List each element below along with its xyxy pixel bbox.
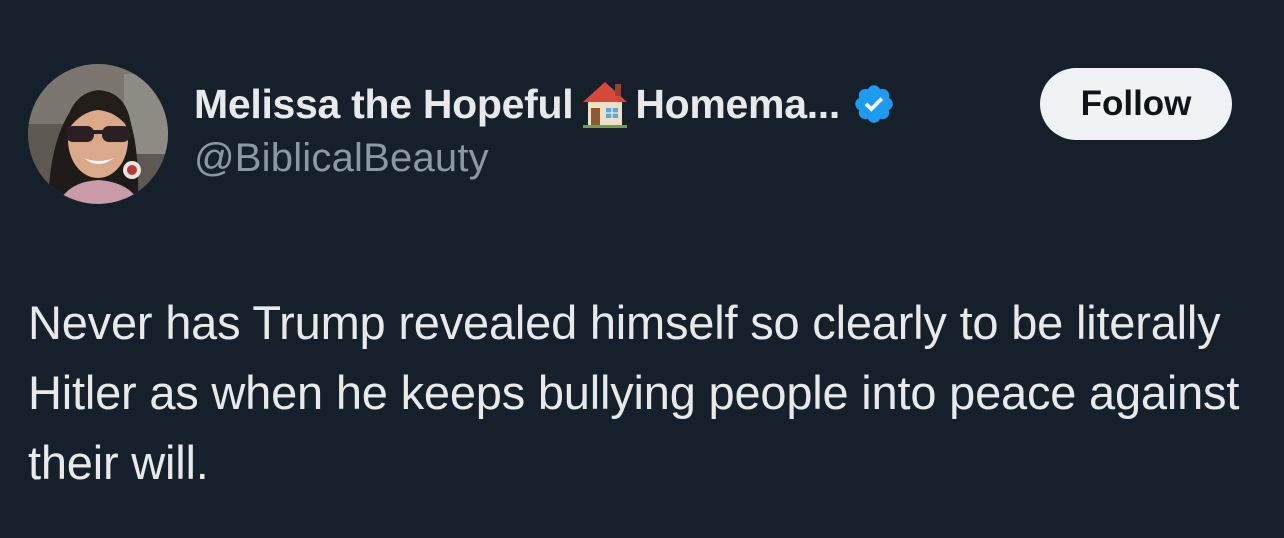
display-name-row[interactable]: Melissa the Hopeful Homema... [194,76,1034,132]
follow-button[interactable]: Follow [1040,68,1232,140]
display-name[interactable]: Melissa the Hopeful [194,81,574,128]
tweet-text: Never has Trump revealed himself so clea… [28,296,1240,489]
tweet-header: Melissa the Hopeful Homema... @BiblicalB… [28,64,1256,206]
avatar-image [28,64,168,204]
avatar[interactable] [28,64,168,204]
display-name-suffix[interactable]: Homema... [635,81,840,128]
author-names: Melissa the Hopeful Homema... @BiblicalB… [194,76,1034,181]
author-handle[interactable]: @BiblicalBeauty [194,136,1034,181]
verified-icon[interactable] [852,82,896,126]
tweet-card: Melissa the Hopeful Homema... @BiblicalB… [0,0,1284,538]
house-icon [577,78,633,130]
